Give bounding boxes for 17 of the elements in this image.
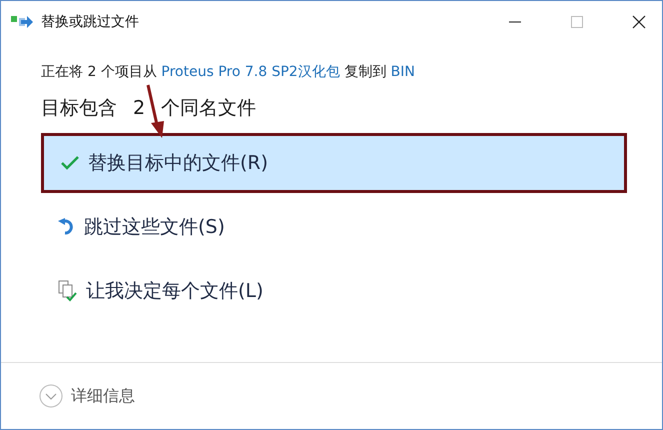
conflict-heading: 目标包含 2 个同名文件 xyxy=(41,96,258,121)
source-folder-link[interactable]: Proteus Pro 7.8 SP2汉化包 xyxy=(161,64,340,80)
close-icon xyxy=(632,15,646,29)
documents-check-icon xyxy=(58,280,78,302)
check-icon xyxy=(60,155,80,171)
copy-status-text: 正在将 2 个项目从 Proteus Pro 7.8 SP2汉化包 复制到 BIN xyxy=(41,63,416,81)
copy-arrow-icon xyxy=(11,15,33,29)
option-button[interactable]: 替换目标中的文件(R) xyxy=(41,133,627,193)
option-button[interactable]: 跳过这些文件(S) xyxy=(41,197,627,257)
maximize-icon xyxy=(571,16,583,28)
option-button[interactable]: 让我决定每个文件(L) xyxy=(41,261,627,321)
minimize-icon xyxy=(509,21,521,23)
window-title: 替换或跳过文件 xyxy=(41,13,140,31)
details-toggle[interactable]: 详细信息 xyxy=(39,384,135,408)
destination-folder-link[interactable]: BIN xyxy=(390,64,415,80)
chevron-down-icon xyxy=(39,384,63,408)
undo-arrow-icon xyxy=(58,217,76,237)
